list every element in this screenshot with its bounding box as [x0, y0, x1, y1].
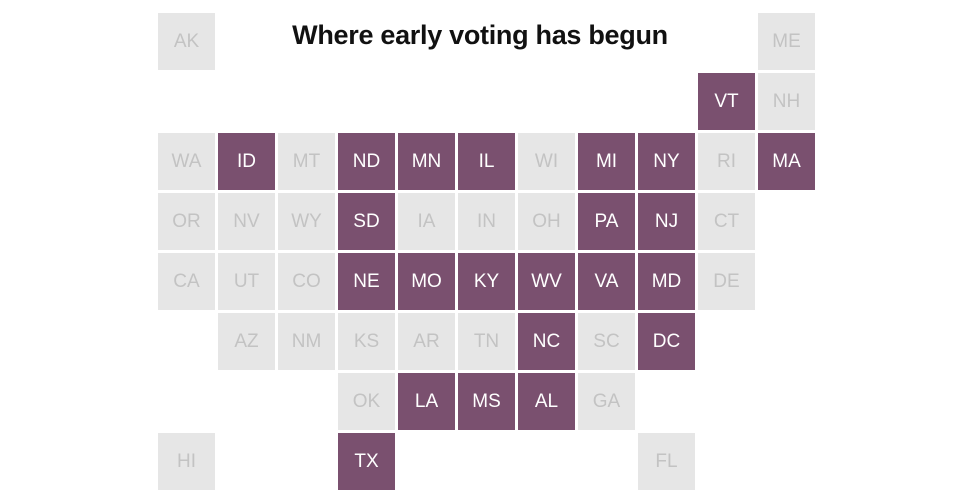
state-tile-mt: MT: [278, 133, 335, 190]
state-tile-nm: NM: [278, 313, 335, 370]
state-tile-fl: FL: [638, 433, 695, 490]
state-tile-vt: VT: [698, 73, 755, 130]
state-tile-wv: WV: [518, 253, 575, 310]
state-tile-ar: AR: [398, 313, 455, 370]
state-tile-wy: WY: [278, 193, 335, 250]
state-tile-or: OR: [158, 193, 215, 250]
state-tile-nh: NH: [758, 73, 815, 130]
state-tile-wi: WI: [518, 133, 575, 190]
state-tile-la: LA: [398, 373, 455, 430]
state-tile-ne: NE: [338, 253, 395, 310]
state-tile-ks: KS: [338, 313, 395, 370]
state-tile-sc: SC: [578, 313, 635, 370]
state-tile-wa: WA: [158, 133, 215, 190]
state-tile-ms: MS: [458, 373, 515, 430]
state-tile-nc: NC: [518, 313, 575, 370]
state-tile-id: ID: [218, 133, 275, 190]
state-tile-nv: NV: [218, 193, 275, 250]
state-tile-de: DE: [698, 253, 755, 310]
state-tile-va: VA: [578, 253, 635, 310]
state-tile-pa: PA: [578, 193, 635, 250]
state-tile-co: CO: [278, 253, 335, 310]
state-tile-me: ME: [758, 13, 815, 70]
state-tile-ia: IA: [398, 193, 455, 250]
state-tile-in: IN: [458, 193, 515, 250]
state-tile-ga: GA: [578, 373, 635, 430]
state-tile-nj: NJ: [638, 193, 695, 250]
state-tile-dc: DC: [638, 313, 695, 370]
state-tile-hi: HI: [158, 433, 215, 490]
state-tile-mo: MO: [398, 253, 455, 310]
state-tile-ma: MA: [758, 133, 815, 190]
state-tile-sd: SD: [338, 193, 395, 250]
state-tile-al: AL: [518, 373, 575, 430]
state-tile-ca: CA: [158, 253, 215, 310]
state-tile-il: IL: [458, 133, 515, 190]
state-tile-ok: OK: [338, 373, 395, 430]
state-tile-tn: TN: [458, 313, 515, 370]
state-tile-ri: RI: [698, 133, 755, 190]
state-tile-md: MD: [638, 253, 695, 310]
state-tile-ut: UT: [218, 253, 275, 310]
state-tile-ak: AK: [158, 13, 215, 70]
state-tile-ky: KY: [458, 253, 515, 310]
state-tile-az: AZ: [218, 313, 275, 370]
state-tile-tx: TX: [338, 433, 395, 490]
state-tile-ny: NY: [638, 133, 695, 190]
tile-grid-map: AK ME VT NH WA ID MT ND MN IL WI MI NY RI MA OR NV WY SD IA…: [0, 0, 960, 502]
state-tile-nd: ND: [338, 133, 395, 190]
state-tile-oh: OH: [518, 193, 575, 250]
state-tile-mi: MI: [578, 133, 635, 190]
state-tile-mn: MN: [398, 133, 455, 190]
state-tile-ct: CT: [698, 193, 755, 250]
